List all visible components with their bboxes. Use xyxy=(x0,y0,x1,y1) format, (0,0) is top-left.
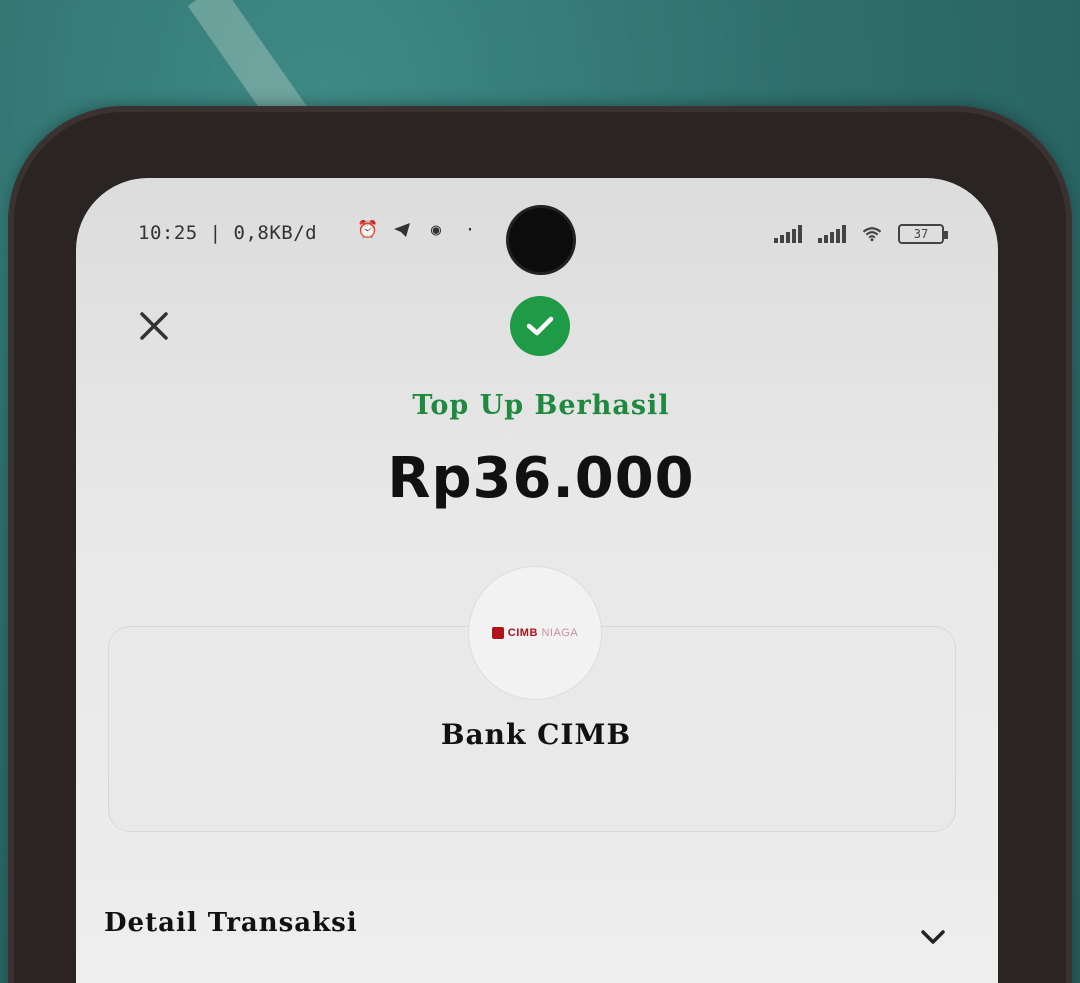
signal-icon xyxy=(818,225,846,243)
system-icons: 37 xyxy=(774,224,948,244)
status-bar: 10:25 | 0,8KB/d ⏰ ◉ · 37 xyxy=(76,178,998,288)
notification-icons: ⏰ ◉ · xyxy=(357,220,480,240)
battery-icon: 37 xyxy=(898,224,948,244)
transaction-amount: Rp36.000 xyxy=(387,446,695,511)
alarm-icon: ⏰ xyxy=(357,220,379,240)
bank-logo-text: CIMB xyxy=(507,627,538,639)
close-button[interactable] xyxy=(134,306,174,346)
check-circle-icon xyxy=(510,296,570,356)
bank-logo-subtext: NIAGA xyxy=(541,627,579,639)
status-time: 10:25 | 0,8KB/d xyxy=(138,222,318,244)
more-dot-icon: · xyxy=(464,220,476,240)
app-screen: 10:25 | 0,8KB/d ⏰ ◉ · 37 Top Up Berhasil… xyxy=(76,178,998,983)
chevron-down-icon[interactable] xyxy=(918,922,948,952)
bank-name: Bank CIMB xyxy=(440,718,632,751)
transaction-detail-header[interactable]: Detail Transaksi xyxy=(104,908,358,938)
telegram-icon xyxy=(392,220,412,240)
bank-logo-mark-icon xyxy=(491,627,504,639)
wifi-icon xyxy=(862,224,882,244)
transaction-status: Top Up Berhasil xyxy=(412,390,670,421)
bank-logo-avatar: CIMB NIAGA xyxy=(468,566,602,700)
signal-icon xyxy=(774,225,802,243)
front-camera xyxy=(509,208,573,272)
bank-logo: CIMB NIAGA xyxy=(491,627,579,639)
app-notification-icon: ◉ xyxy=(430,220,442,240)
close-icon xyxy=(140,312,168,340)
